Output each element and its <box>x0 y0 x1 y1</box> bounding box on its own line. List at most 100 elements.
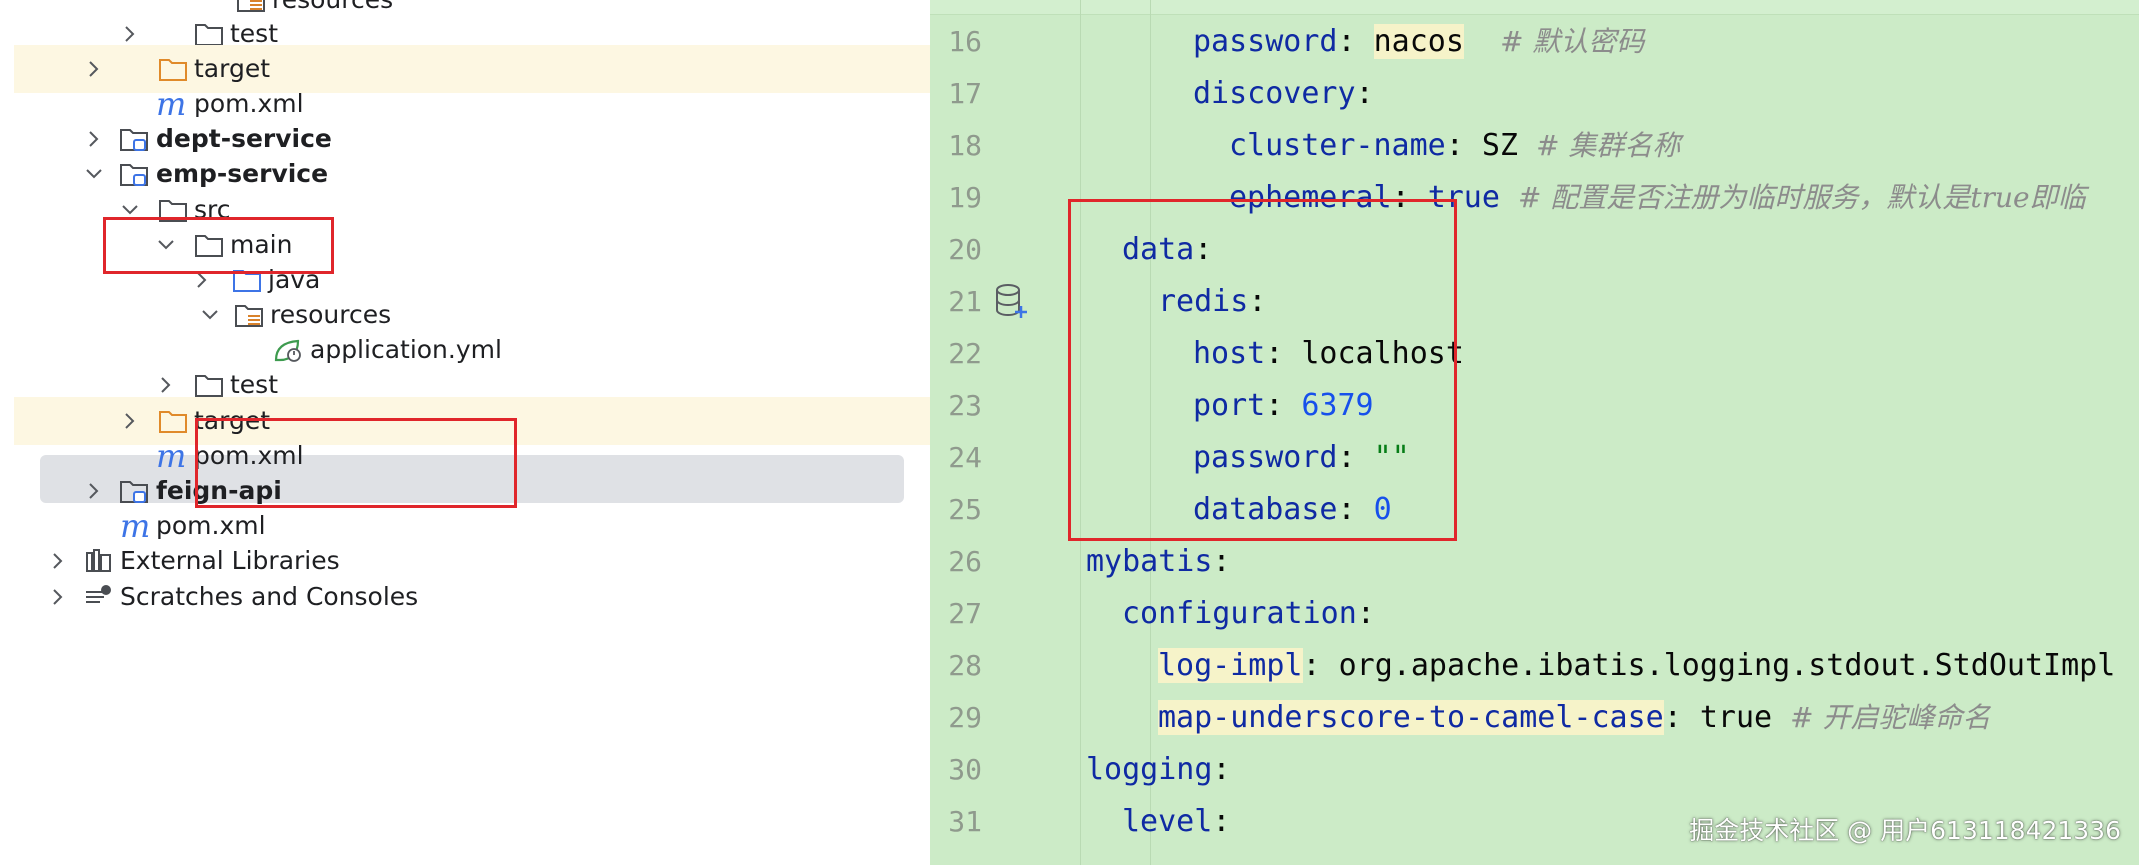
code-line[interactable]: 29 map-underscore-to-camel-case: true # … <box>930 692 2139 744</box>
line-number: 31 <box>948 805 982 838</box>
code-line[interactable]: 23 port: 6379 <box>930 380 2139 432</box>
yaml-key: discovery <box>1193 76 1356 111</box>
chevron-right-icon[interactable] <box>188 266 216 294</box>
yaml-key: logging <box>1086 752 1213 787</box>
line-number: 24 <box>948 441 982 474</box>
line-number: 17 <box>948 77 982 110</box>
yaml-colon: : <box>1212 544 1231 579</box>
yaml-value: true <box>1427 180 1500 215</box>
module-folder-icon <box>120 481 148 503</box>
yaml-colon: : <box>1355 76 1374 111</box>
yaml-key: log-impl <box>1158 648 1303 683</box>
tree-label: Scratches and Consoles <box>120 582 419 611</box>
code-text: redis: <box>1158 284 1266 320</box>
module-folder-icon <box>120 129 148 151</box>
code-line[interactable]: 17 discovery: <box>930 68 2139 120</box>
code-line[interactable]: 16 password: nacos # 默认密码 <box>930 16 2139 68</box>
line-number: 20 <box>948 233 982 266</box>
code-text: logging: <box>1086 752 1231 788</box>
chevron-right-icon[interactable] <box>80 125 108 153</box>
spring-yml-icon <box>274 339 301 362</box>
code-line[interactable]: 18 cluster-name: SZ # 集群名称 <box>930 120 2139 172</box>
database-add-icon[interactable] <box>994 282 1030 322</box>
chevron-right-icon[interactable] <box>116 20 144 48</box>
chevron-down-icon[interactable] <box>196 301 224 329</box>
yaml-key: redis <box>1158 284 1249 319</box>
yaml-value: localhost <box>1301 336 1464 371</box>
line-number: 27 <box>948 597 982 630</box>
code-line[interactable]: 30 logging: <box>930 744 2139 796</box>
folder-icon <box>195 375 223 397</box>
code-line[interactable]: 19 ephemeral: true # 配置是否注册为临时服务，默认是true… <box>930 172 2139 224</box>
excluded-folder-icon <box>159 411 187 433</box>
code-line[interactable]: 21 redis: <box>930 276 2139 328</box>
maven-icon: m <box>156 85 187 123</box>
yaml-colon: : <box>1391 180 1410 215</box>
yaml-value: org.apache.ibatis.logging.stdout.StdOutI… <box>1338 648 2116 683</box>
line-number: 25 <box>948 493 982 526</box>
yaml-key: configuration <box>1122 596 1357 631</box>
yaml-key: data <box>1122 232 1195 267</box>
excluded-folder-icon <box>159 59 187 81</box>
chevron-down-icon[interactable] <box>116 196 144 224</box>
chevron-right-icon[interactable] <box>80 55 108 83</box>
code-text: configuration: <box>1122 596 1375 632</box>
chevron-right-icon[interactable] <box>152 371 180 399</box>
resources-folder-icon <box>235 305 263 327</box>
yaml-key: ephemeral <box>1229 180 1392 215</box>
chevron-right-icon[interactable] <box>116 407 144 435</box>
scratches-icon <box>86 585 111 603</box>
editor-top-edge <box>930 0 2139 15</box>
chevron-right-icon[interactable] <box>44 547 72 575</box>
chevron-down-icon[interactable] <box>152 231 180 259</box>
yaml-comment: # 集群名称 <box>1536 129 1681 162</box>
chevron-right-icon[interactable] <box>44 583 72 611</box>
code-line[interactable]: 28 log-impl: org.apache.ibatis.logging.s… <box>930 640 2139 692</box>
yaml-key: password <box>1193 440 1338 475</box>
yaml-key: host <box>1193 336 1266 371</box>
code-text: ephemeral: true # 配置是否注册为临时服务，默认是true即临 <box>1229 180 2086 216</box>
code-line[interactable]: 26 mybatis: <box>930 536 2139 588</box>
line-number: 29 <box>948 701 982 734</box>
line-number: 19 <box>948 181 982 214</box>
chevron-right-icon[interactable] <box>80 477 108 505</box>
yaml-colon: : <box>1337 24 1356 59</box>
yaml-key: password <box>1193 24 1338 59</box>
project-tree: resources test target m pom.xml dept-ser… <box>0 0 930 865</box>
module-folder-icon <box>120 164 148 186</box>
yaml-comment: # 配置是否注册为临时服务，默认是true即临 <box>1518 181 2086 214</box>
code-editor[interactable]: 16 password: nacos # 默认密码 17 discovery: … <box>930 0 2139 865</box>
code-line[interactable]: 20 data: <box>930 224 2139 276</box>
maven-icon: m <box>120 507 151 545</box>
code-text: host: localhost <box>1193 336 1464 372</box>
tree-item-scratches[interactable]: Scratches and Consoles <box>14 573 930 621</box>
yaml-colon: : <box>1302 648 1321 683</box>
line-number: 21 <box>948 285 982 318</box>
yaml-colon: : <box>1663 700 1682 735</box>
code-line[interactable]: 25 database: 0 <box>930 484 2139 536</box>
code-text: discovery: <box>1193 76 1374 112</box>
line-number: 26 <box>948 545 982 578</box>
yaml-colon: : <box>1248 284 1267 319</box>
yaml-value: 0 <box>1373 492 1392 527</box>
yaml-colon: : <box>1194 232 1213 267</box>
code-line[interactable]: 24 password: "" <box>930 432 2139 484</box>
code-text: data: <box>1122 232 1212 268</box>
yaml-key: level <box>1122 804 1213 839</box>
code-text: password: "" <box>1193 440 1410 476</box>
yaml-colon: : <box>1265 336 1284 371</box>
yaml-value: 6379 <box>1301 388 1374 423</box>
code-line[interactable]: 22 host: localhost <box>930 328 2139 380</box>
yaml-colon: : <box>1265 388 1284 423</box>
line-number: 28 <box>948 649 982 682</box>
code-text: database: 0 <box>1193 492 1392 528</box>
yaml-colon: : <box>1445 128 1464 163</box>
yaml-colon: : <box>1212 752 1231 787</box>
code-text: map-underscore-to-camel-case: true # 开启驼… <box>1158 700 1991 736</box>
line-number: 22 <box>948 337 982 370</box>
code-text: cluster-name: SZ # 集群名称 <box>1229 128 1680 164</box>
source-folder-icon <box>233 270 261 292</box>
code-line[interactable]: 27 configuration: <box>930 588 2139 640</box>
folder-icon <box>195 24 223 46</box>
chevron-down-icon[interactable] <box>80 160 108 188</box>
